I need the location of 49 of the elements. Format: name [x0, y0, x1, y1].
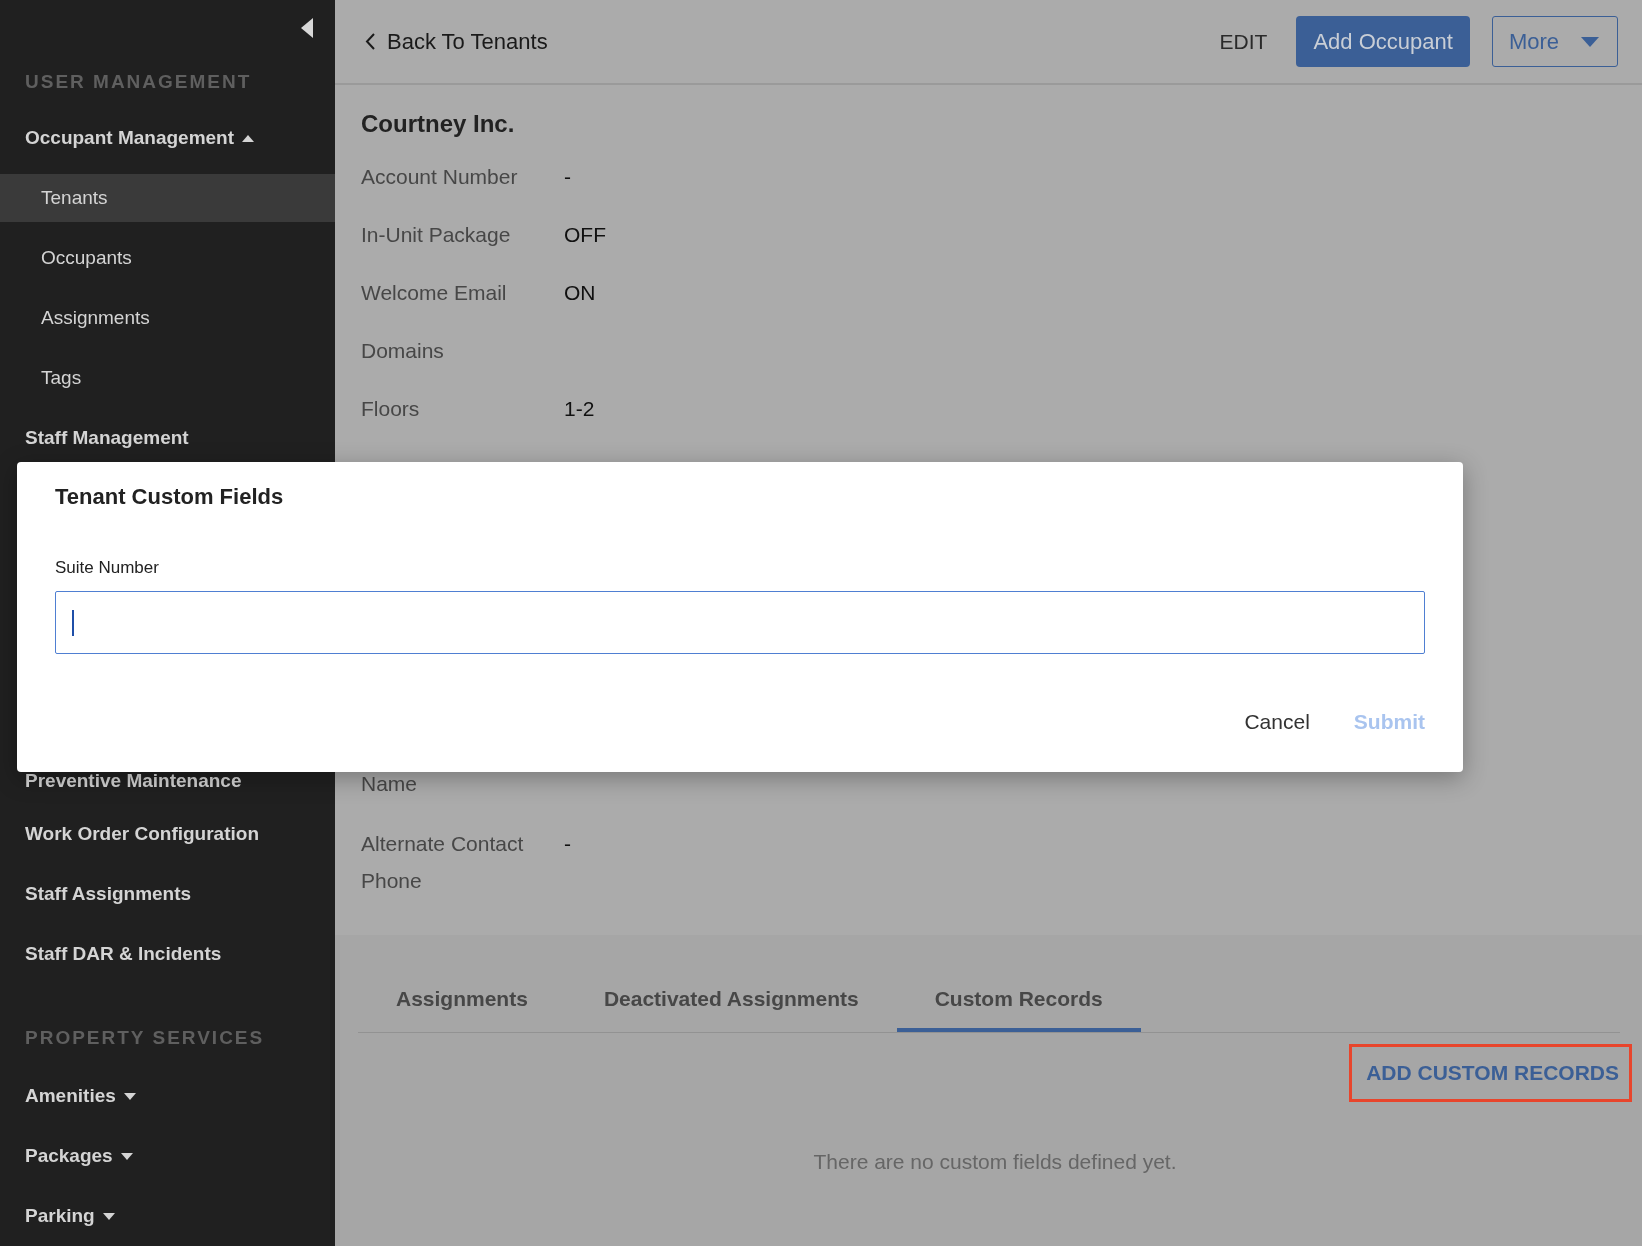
nav-item-label: Work Order Configuration — [25, 823, 259, 845]
nav-item-label: Amenities — [25, 1085, 116, 1107]
caret-icon — [1581, 36, 1599, 47]
back-chevron-icon[interactable] — [365, 33, 375, 50]
nav-item[interactable]: Occupant Management — [0, 108, 335, 168]
field-label: Alternate Contact Phone — [361, 831, 525, 894]
nav-item[interactable]: Staff Assignments — [0, 864, 335, 924]
back-link[interactable]: Back To Tenants — [387, 28, 548, 55]
field-value: - — [564, 831, 571, 857]
nav-item[interactable]: Amenities — [0, 1066, 335, 1126]
nav-subitem[interactable]: Occupants — [0, 234, 335, 282]
nav-subitem[interactable]: Assignments — [0, 294, 335, 342]
add-occupant-button[interactable]: Add Occupant — [1296, 16, 1470, 67]
tab[interactable]: Deactivated Assignments — [565, 970, 897, 1032]
tab[interactable]: Custom Records — [896, 970, 1141, 1032]
nav-item-label: Staff Assignments — [25, 883, 192, 905]
edit-link[interactable]: EDIT — [1219, 29, 1268, 54]
nav-item-label: Staff Management — [25, 427, 189, 449]
field-label: Name — [361, 772, 419, 796]
empty-message: There are no custom fields defined yet. — [812, 1150, 1178, 1174]
nav-item-label: Parking — [25, 1205, 95, 1227]
field-label: Domains — [361, 339, 445, 363]
cancel-button[interactable]: Cancel — [1244, 710, 1310, 734]
field-value: ON — [564, 281, 596, 305]
nav-subitem[interactable]: Tags — [0, 354, 335, 402]
field-value: 1-2 — [564, 397, 595, 421]
field-label: In-Unit Package — [361, 223, 512, 247]
dialog-title: Tenant Custom Fields — [55, 484, 285, 510]
section-heading: PROPERTY SERVICES — [24, 1026, 266, 1050]
collapse-icon[interactable] — [301, 18, 313, 38]
field-value: - — [564, 165, 571, 189]
field-label: Account Number — [361, 165, 519, 189]
nav-item[interactable]: Work Order Configuration — [0, 804, 335, 864]
nav-item-label: Occupant Management — [25, 127, 235, 149]
nav-subitem[interactable]: Tenants — [0, 174, 335, 222]
nav-item[interactable]: Staff DAR & Incidents — [0, 924, 335, 984]
nav-item[interactable]: Packages — [0, 1126, 335, 1186]
section-heading: USER MANAGEMENT — [24, 70, 253, 94]
input-field[interactable] — [55, 591, 1425, 654]
nav-item-label: Preventive Maintenance — [25, 770, 242, 792]
field-value: OFF — [564, 223, 606, 247]
field-label: Welcome Email — [361, 281, 508, 305]
tenant-name: Courtney Inc. — [361, 109, 516, 139]
tab[interactable]: Assignments — [358, 970, 566, 1032]
field-label: Suite Number — [55, 558, 160, 578]
nav-item-label: Packages — [25, 1145, 113, 1167]
field-label: Floors — [361, 397, 421, 421]
nav-item-label: Staff DAR & Incidents — [25, 943, 222, 965]
nav-item[interactable]: Parking — [0, 1186, 335, 1246]
